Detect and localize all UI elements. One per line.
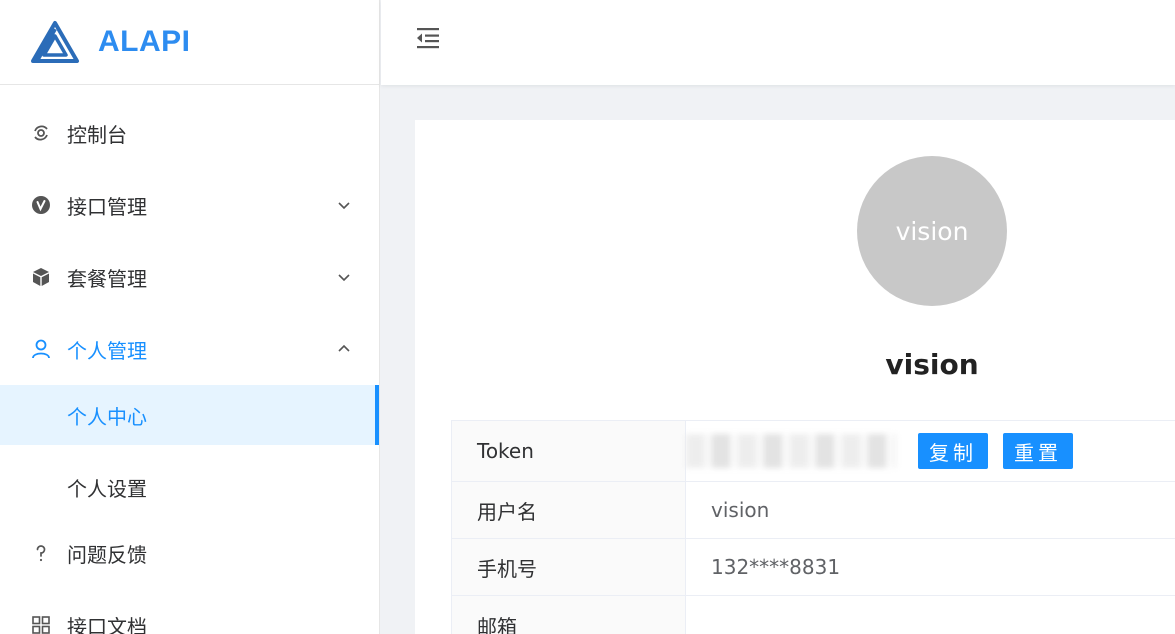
avatar: vision	[857, 156, 1007, 306]
table-row: 邮箱	[452, 596, 1175, 634]
dashboard-icon	[30, 122, 52, 144]
table-row: Token 复制 重置	[452, 421, 1175, 482]
question-icon	[30, 542, 52, 564]
brand-name: ALAPI	[98, 25, 191, 58]
top-header	[381, 0, 1175, 85]
sidebar-item-label: 接口管理	[67, 194, 147, 219]
reset-token-button[interactable]: 重置	[1003, 433, 1073, 469]
sidebar-item-label: 控制台	[67, 122, 127, 147]
phone-label: 手机号	[452, 539, 686, 595]
token-redacted	[686, 434, 896, 468]
phone-value: 132****8831	[711, 555, 841, 579]
chevron-down-icon	[338, 202, 350, 210]
sidebar-item-package-management[interactable]: 套餐管理	[0, 241, 379, 313]
username-value: vision	[711, 498, 770, 522]
sidebar-item-feedback[interactable]: 问题反馈	[0, 517, 379, 589]
email-label: 邮箱	[452, 596, 686, 634]
profile-username: vision	[885, 348, 979, 381]
username-label: 用户名	[452, 482, 686, 538]
user-icon	[30, 338, 52, 360]
logo[interactable]: ALAPI	[0, 0, 379, 85]
sidebar-item-label: 接口文档	[67, 614, 147, 634]
copy-token-button[interactable]: 复制	[918, 433, 988, 469]
sidebar-item-personal-center[interactable]: 个人中心	[0, 385, 379, 445]
package-icon	[30, 266, 52, 288]
token-value: 复制 重置	[686, 421, 1175, 481]
sidebar-item-label: 个人管理	[67, 338, 147, 363]
token-label: Token	[452, 421, 686, 481]
email-value	[686, 596, 1175, 634]
profile-info-table: Token 复制 重置 用户名 vision 手机号 132****8831 邮…	[451, 420, 1175, 634]
sidebar-item-api-management[interactable]: 接口管理	[0, 169, 379, 241]
table-row: 手机号 132****8831	[452, 539, 1175, 596]
sidebar-item-personal-settings[interactable]: 个人设置	[0, 457, 379, 517]
logo-icon	[31, 21, 79, 63]
menu-fold-icon[interactable]	[414, 24, 442, 52]
sidebar-item-api-docs[interactable]: 接口文档	[0, 589, 379, 634]
sidebar-item-label: 问题反馈	[67, 542, 147, 567]
sidebar-item-label: 个人设置	[67, 476, 147, 501]
grid-icon	[30, 614, 52, 634]
sidebar-item-label: 个人中心	[67, 404, 147, 429]
profile-card: vision vision Token 复制 重置 用户名 vision 手机号…	[415, 120, 1175, 634]
avatar-text: vision	[895, 216, 969, 246]
api-icon	[30, 194, 52, 216]
sidebar-item-dashboard[interactable]: 控制台	[0, 97, 379, 169]
sidebar-item-label: 套餐管理	[67, 266, 147, 291]
chevron-up-icon	[338, 344, 350, 352]
table-row: 用户名 vision	[452, 482, 1175, 539]
chevron-down-icon	[338, 274, 350, 282]
sidebar-item-personal-management[interactable]: 个人管理	[0, 313, 379, 385]
sidebar: ALAPI 控制台 接口管理 套餐管理 个人管理 个人中心 个人设置 问题反馈 …	[0, 0, 380, 634]
